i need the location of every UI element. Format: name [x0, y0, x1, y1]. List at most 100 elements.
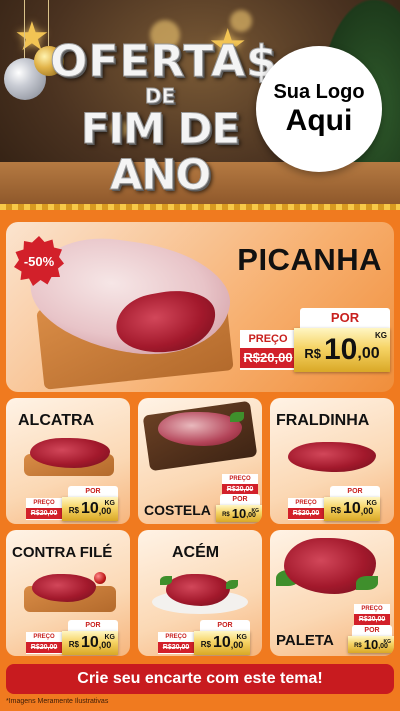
- por-label: POR: [352, 625, 392, 636]
- new-price: R$ 10 ,00 KG: [216, 505, 262, 522]
- product-card-paleta[interactable]: PALETA PREÇO R$20,00 POR R$ 10 ,00 KG: [270, 530, 394, 656]
- price-tag: POR PREÇO R$20,00 R$ 10 ,00 KG: [158, 620, 250, 656]
- unit-label: KG: [236, 634, 248, 641]
- por-label: POR: [68, 486, 118, 497]
- product-name: CONTRA FILÉ: [12, 544, 113, 561]
- old-price: R$20,00: [26, 508, 62, 519]
- old-price-box: PREÇO R$20,00: [158, 632, 194, 654]
- price-tag: PREÇO R$20,00 POR R$ 10 ,00 KG: [346, 604, 394, 654]
- old-price-box: PREÇO R$20,00: [240, 330, 296, 370]
- herb-icon: [230, 412, 244, 422]
- product-name: FRALDINHA: [276, 412, 370, 429]
- product-name: PALETA: [276, 632, 334, 649]
- price-integer: 10: [80, 500, 99, 517]
- promo-title: OFERTA$ DE FIM DE ANO: [50, 36, 278, 198]
- logo-line2: Aqui: [285, 104, 353, 137]
- currency: R$: [304, 345, 321, 361]
- disclaimer-text: *Imagens Meramente Ilustrativas: [6, 698, 109, 705]
- featured-product-card[interactable]: -50% PICANHA POR PREÇO R$20,00 R$ 10 ,00…: [6, 222, 394, 392]
- old-price: R$20,00: [240, 348, 296, 368]
- product-card-alcatra[interactable]: ALCATRA POR PREÇO R$20,00 R$ 10 ,00 KG: [6, 398, 130, 524]
- product-card-contra-file[interactable]: CONTRA FILÉ POR PREÇO R$20,00 R$ 10 ,00 …: [6, 530, 130, 656]
- price-integer: 10: [231, 506, 247, 521]
- create-flyer-button[interactable]: Crie seu encarte com este tema!: [6, 664, 394, 694]
- old-price-box: PREÇO R$20,00: [354, 604, 390, 626]
- preco-label: PREÇO: [33, 634, 55, 640]
- logo-line1: Sua Logo: [273, 81, 365, 103]
- price-integer: 10: [212, 634, 231, 651]
- old-price-box: PREÇO R$20,00: [222, 474, 258, 496]
- tomato-icon: [94, 572, 106, 584]
- price-decimal: ,00: [98, 506, 112, 516]
- unit-label: KG: [383, 639, 392, 645]
- product-card-acem[interactable]: ACÉM POR PREÇO R$20,00 R$ 10 ,00 KG: [138, 530, 262, 656]
- ornament-string: [48, 0, 49, 46]
- currency: R$: [330, 506, 341, 515]
- price-tag: POR PREÇO R$20,00 R$ 10 ,00 KG: [26, 486, 118, 522]
- old-price: R$20,00: [288, 508, 324, 519]
- new-price: R$ 10 ,00 KG: [348, 636, 394, 653]
- herb-icon: [356, 576, 378, 590]
- por-label: POR: [220, 494, 260, 505]
- new-price: R$ 10 ,00 KG: [294, 328, 390, 372]
- title-line2: DE: [144, 84, 176, 108]
- new-price: R$ 10 ,00 KG: [62, 497, 118, 521]
- contra-file-image: [32, 574, 96, 602]
- product-card-fraldinha[interactable]: FRALDINHA POR PREÇO R$20,00 R$ 10 ,00 KG: [270, 398, 394, 524]
- old-price-box: PREÇO R$20,00: [26, 498, 62, 520]
- price-tag: POR PREÇO R$20,00 R$ 10 ,00 KG: [240, 308, 390, 376]
- title-line3: FIM DE ANO: [80, 104, 240, 199]
- por-label: POR: [330, 486, 380, 497]
- old-price: R$20,00: [158, 642, 194, 653]
- header-banner: ★ ★ OFERTA$ DE FIM DE ANO Sua Logo Aqui: [0, 0, 400, 210]
- unit-label: KG: [104, 634, 116, 641]
- price-decimal: ,00: [98, 640, 112, 650]
- new-price: R$ 10 ,00 KG: [62, 631, 118, 655]
- product-card-costela[interactable]: COSTELA PREÇO R$20,00 POR R$ 10 ,00 KG: [138, 398, 262, 524]
- unit-label: KG: [375, 331, 387, 340]
- por-label: POR: [200, 620, 250, 631]
- currency: R$: [68, 506, 79, 515]
- unit-label: KG: [104, 500, 116, 507]
- acem-image: [166, 574, 230, 606]
- price-decimal: ,00: [357, 345, 380, 362]
- price-integer: 10: [342, 500, 361, 517]
- price-tag: POR PREÇO R$20,00 R$ 10 ,00 KG: [26, 620, 118, 656]
- new-price: R$ 10 ,00 KG: [324, 497, 380, 521]
- price-tag: POR PREÇO R$20,00 R$ 10 ,00 KG: [288, 486, 380, 522]
- old-price-box: PREÇO R$20,00: [288, 498, 324, 520]
- price-decimal: ,00: [360, 506, 374, 516]
- por-label: POR: [68, 620, 118, 631]
- currency: R$: [200, 640, 211, 649]
- preco-label: PREÇO: [295, 500, 317, 506]
- preco-label: PREÇO: [33, 500, 55, 506]
- title-line1: OFERTA$: [50, 36, 278, 87]
- fraldinha-image: [288, 442, 376, 472]
- product-name: COSTELA: [144, 502, 211, 518]
- por-label: POR: [300, 308, 390, 328]
- herb-icon: [160, 576, 172, 585]
- product-name: ALCATRA: [18, 412, 95, 429]
- old-price: R$20,00: [26, 642, 62, 653]
- currency: R$: [68, 640, 79, 649]
- alcatra-image: [30, 438, 110, 468]
- price-integer: 10: [324, 333, 358, 366]
- unit-label: KG: [251, 508, 260, 514]
- product-name: ACÉM: [172, 544, 220, 561]
- preco-label: PREÇO: [248, 333, 288, 345]
- price-decimal: ,00: [230, 640, 244, 650]
- old-price: R$20,00: [354, 614, 390, 625]
- price-tag: PREÇO R$20,00 POR R$ 10 ,00 KG: [214, 474, 262, 522]
- preco-label: PREÇO: [165, 634, 187, 640]
- currency: R$: [222, 512, 230, 518]
- unit-label: KG: [366, 500, 378, 507]
- product-name: PICANHA: [237, 242, 382, 277]
- currency: R$: [354, 643, 362, 649]
- old-price-box: PREÇO R$20,00: [26, 632, 62, 654]
- logo-placeholder[interactable]: Sua Logo Aqui: [256, 46, 382, 172]
- herb-icon: [226, 580, 238, 589]
- new-price: R$ 10 ,00 KG: [194, 631, 250, 655]
- preco-label: PREÇO: [229, 476, 251, 482]
- ornament-string: [24, 0, 25, 60]
- price-integer: 10: [363, 637, 379, 652]
